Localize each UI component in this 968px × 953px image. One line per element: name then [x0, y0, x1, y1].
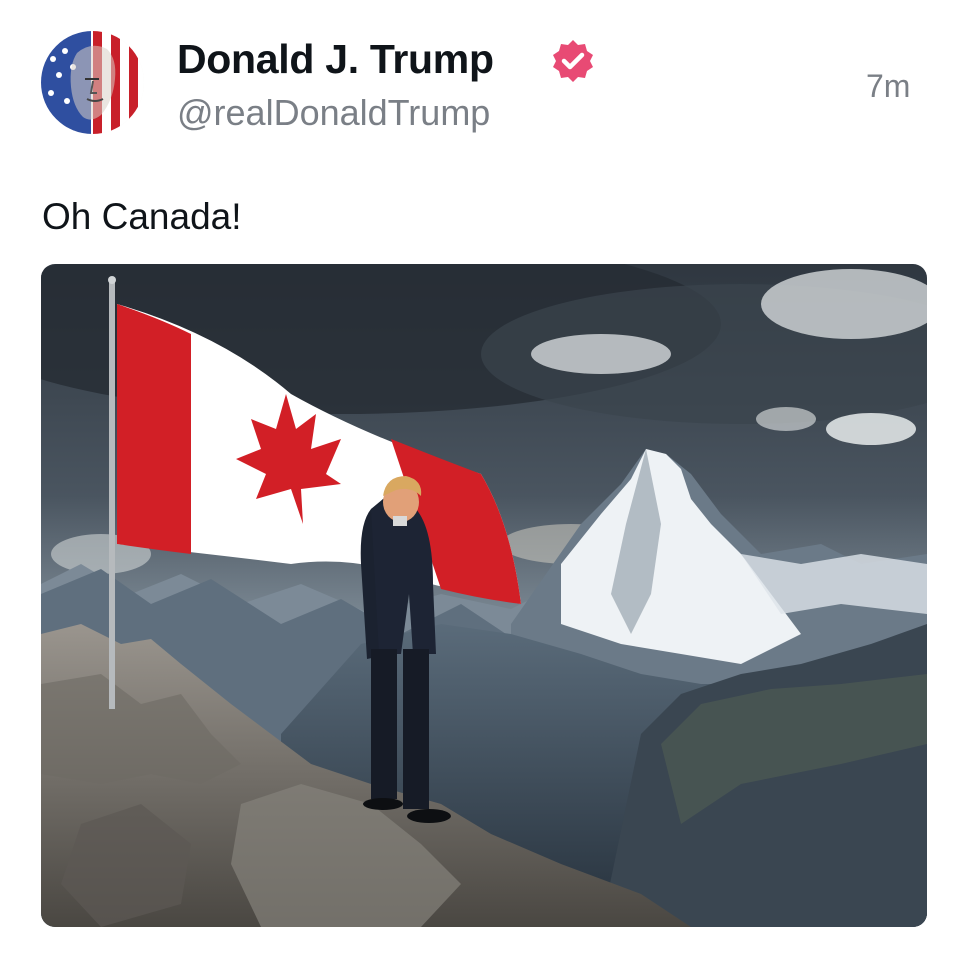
post-text: Oh Canada! — [42, 196, 242, 237]
avatar[interactable] — [41, 31, 144, 134]
verified-badge-icon — [553, 40, 593, 82]
canadian-flag-mountain-image-icon — [41, 264, 927, 927]
flag-portrait-avatar-icon — [41, 31, 144, 134]
post-card: Donald J. Trump @realDonaldTrump 7m Oh C… — [0, 0, 968, 953]
display-name[interactable]: Donald J. Trump — [177, 36, 494, 83]
post-media-image[interactable] — [41, 264, 927, 927]
user-handle[interactable]: @realDonaldTrump — [177, 92, 490, 134]
post-timestamp[interactable]: 7m — [866, 68, 910, 105]
